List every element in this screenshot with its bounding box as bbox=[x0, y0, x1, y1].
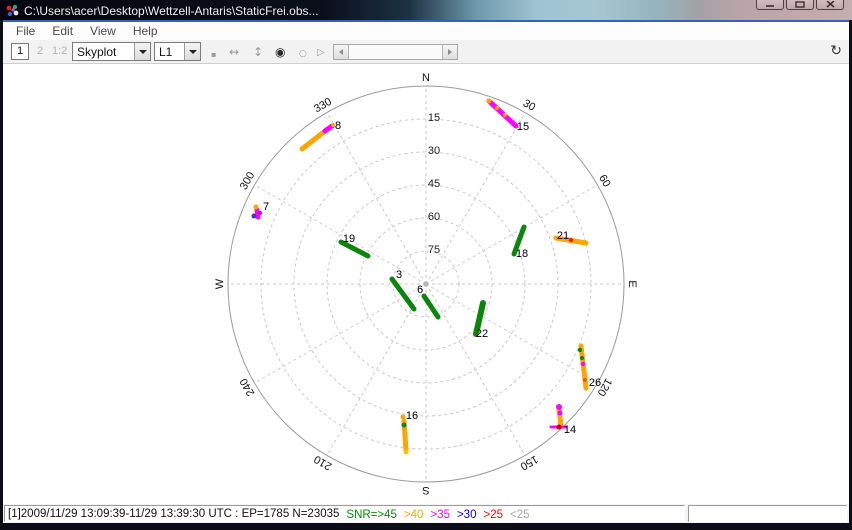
snr-legend-item: >35 bbox=[430, 509, 450, 521]
snr-legend-item: >40 bbox=[404, 509, 424, 521]
play-icon[interactable]: ▷ bbox=[317, 45, 325, 61]
close-button[interactable] bbox=[816, 0, 844, 10]
scrollbar-track[interactable] bbox=[349, 45, 442, 59]
skyplot-svg: 1530456075N3060E120150S210240W3003308157… bbox=[3, 64, 849, 504]
svg-text:45: 45 bbox=[428, 178, 440, 190]
titlebar[interactable]: C:\Users\acer\Desktop\Wettzell-Antaris\S… bbox=[0, 0, 852, 20]
status-text: [1]2009/11/29 13:09:39-11/29 13:39:30 UT… bbox=[8, 508, 339, 520]
fit-horizontal-icon[interactable]: ↔ bbox=[229, 44, 239, 60]
menu-help[interactable]: Help bbox=[131, 23, 160, 39]
plot-type-select[interactable]: Skyplot bbox=[72, 42, 151, 61]
svg-text:240: 240 bbox=[238, 376, 258, 398]
skyplot-area: 1530456075N3060E120150S210240W3003308157… bbox=[3, 64, 849, 504]
menu-bar: File Edit View Help bbox=[3, 20, 849, 40]
snr-legend-item: SNR=>45 bbox=[346, 509, 397, 521]
maximize-button[interactable] bbox=[786, 0, 814, 10]
svg-text:W: W bbox=[214, 278, 226, 289]
signal-value: L1 bbox=[155, 43, 184, 60]
plot-type-value: Skyplot bbox=[73, 43, 134, 60]
square-dot-icon[interactable]: ▪ bbox=[211, 47, 216, 63]
svg-text:18: 18 bbox=[516, 248, 528, 260]
svg-text:150: 150 bbox=[518, 453, 540, 473]
svg-text:210: 210 bbox=[312, 453, 334, 473]
scroll-right-button[interactable] bbox=[442, 45, 457, 59]
view-split-2-button[interactable]: 2 bbox=[37, 45, 43, 57]
menu-file[interactable]: File bbox=[14, 23, 37, 39]
svg-text:15: 15 bbox=[428, 112, 440, 124]
svg-text:300: 300 bbox=[238, 170, 258, 192]
svg-text:21: 21 bbox=[557, 230, 569, 242]
menu-view[interactable]: View bbox=[88, 23, 118, 39]
svg-text:7: 7 bbox=[263, 201, 269, 213]
svg-text:22: 22 bbox=[476, 328, 488, 340]
chevron-down-icon[interactable] bbox=[134, 43, 150, 60]
app-window: C:\Users\acer\Desktop\Wettzell-Antaris\S… bbox=[0, 0, 852, 530]
snr-legend-item: >30 bbox=[457, 509, 477, 521]
status-bar: [1]2009/11/29 13:09:39-11/29 13:39:30 UT… bbox=[3, 504, 849, 523]
snr-legend: SNR=>45 >40 >35 >30 >25 <25 bbox=[339, 505, 529, 522]
status-panel-extra bbox=[688, 505, 847, 522]
svg-text:8: 8 bbox=[335, 120, 341, 132]
svg-text:330: 330 bbox=[312, 96, 334, 116]
toolbar-scrollbar[interactable] bbox=[333, 44, 458, 60]
menu-edit[interactable]: Edit bbox=[50, 23, 75, 39]
svg-text:75: 75 bbox=[428, 244, 440, 256]
fit-vertical-icon[interactable]: ↕ bbox=[253, 44, 263, 60]
center-target-icon[interactable]: ◉ bbox=[275, 44, 285, 60]
svg-text:16: 16 bbox=[406, 410, 418, 422]
svg-text:E: E bbox=[626, 280, 638, 287]
signal-select[interactable]: L1 bbox=[154, 42, 201, 61]
chevron-down-icon[interactable] bbox=[184, 43, 200, 60]
snr-legend-item: >25 bbox=[483, 509, 503, 521]
svg-text:S: S bbox=[422, 484, 429, 496]
circle-icon[interactable]: ○ bbox=[299, 46, 307, 62]
scroll-left-button[interactable] bbox=[334, 45, 349, 59]
svg-text:19: 19 bbox=[343, 233, 355, 245]
svg-text:6: 6 bbox=[417, 284, 423, 296]
minimize-button[interactable] bbox=[756, 0, 784, 10]
toolbar: 1 2 1:2 Skyplot L1 ▪ ↔ ↕ ◉ ○ ▷ ↻ bbox=[3, 40, 849, 64]
svg-text:3: 3 bbox=[396, 269, 402, 281]
snr-legend-item: <25 bbox=[510, 509, 530, 521]
svg-text:60: 60 bbox=[428, 211, 440, 223]
view-split-12-button[interactable]: 1:2 bbox=[52, 45, 67, 57]
view-split-1-button[interactable]: 1 bbox=[11, 43, 29, 60]
svg-text:15: 15 bbox=[517, 121, 529, 133]
window-controls bbox=[756, 0, 844, 10]
app-icon bbox=[5, 4, 20, 18]
svg-text:30: 30 bbox=[428, 145, 440, 157]
status-panel-main: [1]2009/11/29 13:09:39-11/29 13:39:30 UT… bbox=[4, 505, 685, 522]
window-title: C:\Users\acer\Desktop\Wettzell-Antaris\S… bbox=[24, 4, 319, 18]
svg-text:14: 14 bbox=[564, 424, 576, 436]
svg-text:26: 26 bbox=[589, 377, 601, 389]
refresh-icon[interactable]: ↻ bbox=[830, 43, 842, 59]
svg-text:N: N bbox=[422, 72, 430, 84]
